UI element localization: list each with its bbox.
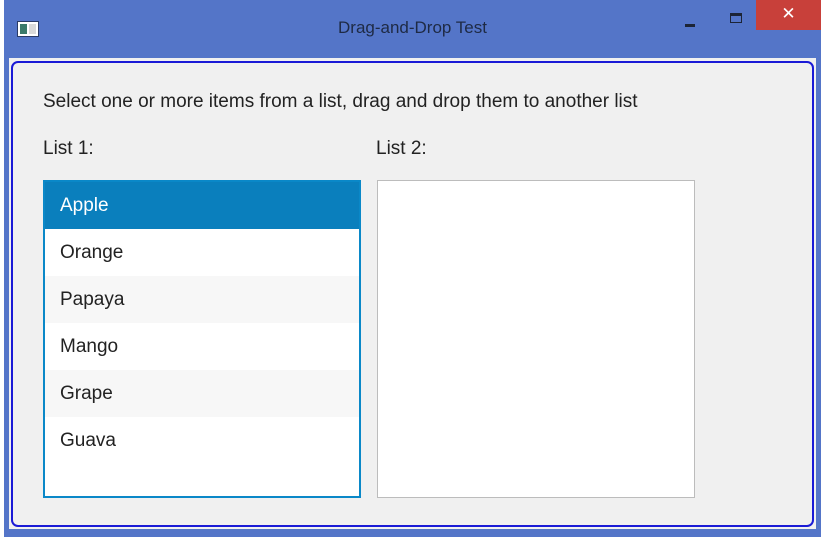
minimize-button[interactable] xyxy=(676,8,704,34)
close-icon: ✕ xyxy=(781,4,796,24)
instruction-text: Select one or more items from a list, dr… xyxy=(43,91,638,112)
list-item-grape[interactable]: Grape xyxy=(45,370,359,417)
list-item-orange[interactable]: Orange xyxy=(45,229,359,276)
list-item-mango[interactable]: Mango xyxy=(45,323,359,370)
list2-label: List 2: xyxy=(376,138,427,159)
list-item-apple[interactable]: Apple xyxy=(45,182,359,229)
window-content: Select one or more items from a list, dr… xyxy=(9,58,816,529)
title-bar[interactable]: Drag-and-Drop Test ✕ xyxy=(4,0,821,58)
list1-label: List 1: xyxy=(43,138,94,159)
maximize-button[interactable] xyxy=(722,8,750,34)
close-button[interactable]: ✕ xyxy=(756,0,821,30)
list2-listview[interactable] xyxy=(377,180,695,498)
app-window: Drag-and-Drop Test ✕ Select one or more … xyxy=(4,0,821,537)
list-item-papaya[interactable]: Papaya xyxy=(45,276,359,323)
list1-listview[interactable]: Apple Orange Papaya Mango Grape Guava xyxy=(43,180,361,498)
maximize-icon xyxy=(730,13,742,23)
minimize-icon xyxy=(685,24,695,27)
list-item-guava[interactable]: Guava xyxy=(45,417,359,464)
